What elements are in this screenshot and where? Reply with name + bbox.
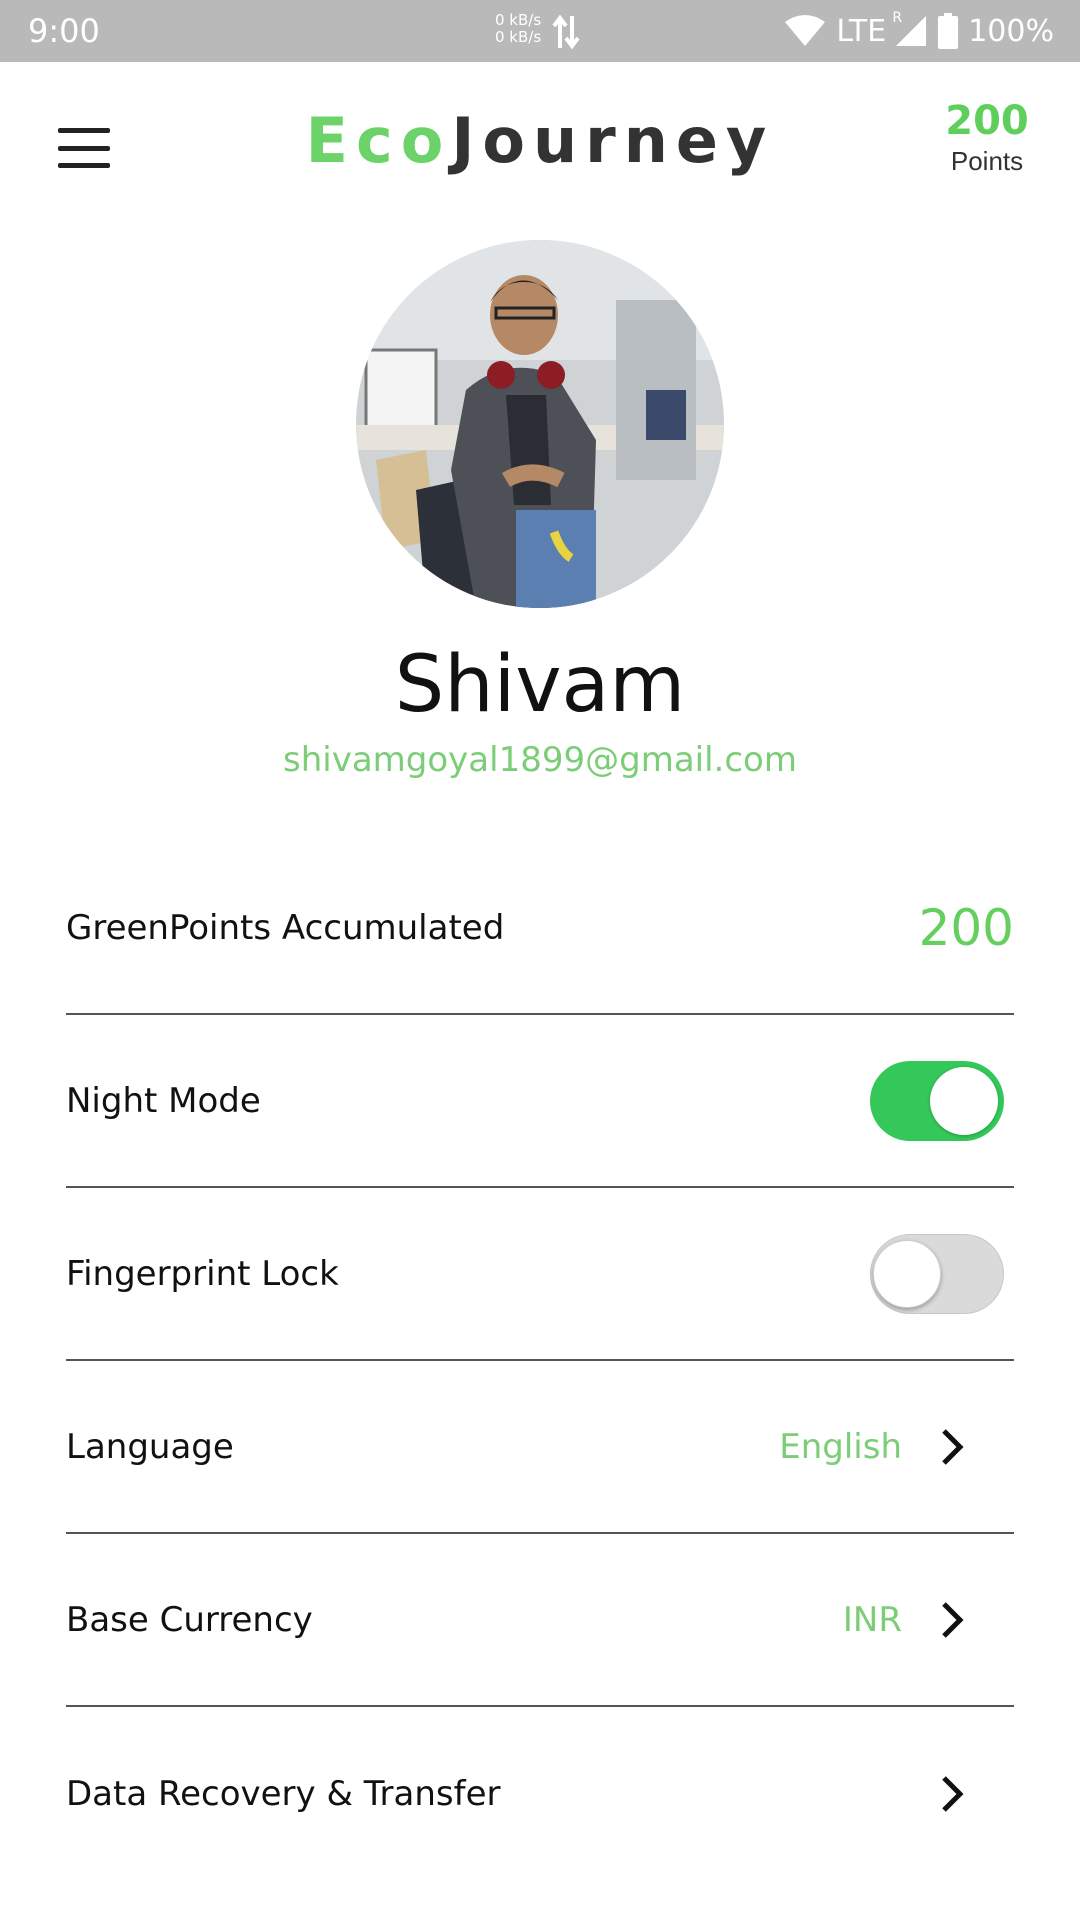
- lte-indicator: LTE R: [836, 10, 928, 49]
- toggle-knob: [930, 1066, 998, 1135]
- greenpoints-value: 200: [918, 898, 1014, 957]
- battery-level: 100%: [968, 13, 1054, 49]
- points-label: Points: [950, 146, 1024, 176]
- battery-icon: [938, 13, 959, 49]
- net-down-speed: 0 kB/s: [495, 28, 542, 46]
- night-mode-row: Night Mode: [66, 1015, 1014, 1188]
- status-time: 9:00: [28, 12, 100, 50]
- chevron-right-icon[interactable]: [940, 1774, 964, 1814]
- language-value: English: [779, 1426, 902, 1467]
- app-title-eco: Eco: [305, 104, 452, 177]
- base-currency-row[interactable]: Base Currency INR: [66, 1534, 1014, 1707]
- status-icons: LTE R 100%: [784, 10, 1054, 52]
- profile-name: Shivam: [394, 640, 686, 730]
- greenpoints-label: GreenPoints Accumulated: [66, 907, 505, 948]
- data-recovery-row[interactable]: Data Recovery & Transfer: [66, 1707, 1014, 1880]
- app-title: EcoJourney: [0, 104, 1080, 177]
- profile-photo: [356, 240, 724, 608]
- night-mode-toggle[interactable]: [870, 1060, 1004, 1141]
- fingerprint-lock-toggle[interactable]: [870, 1233, 1004, 1314]
- chevron-right-icon[interactable]: [940, 1427, 964, 1467]
- status-bar: 9:00 0 kB/s 0 kB/s LTE R 100%: [0, 0, 1080, 62]
- language-label: Language: [66, 1426, 234, 1467]
- points-badge[interactable]: 200 Points: [932, 98, 1042, 177]
- app-title-journey: Journey: [451, 104, 775, 177]
- network-speed: 0 kB/s 0 kB/s: [495, 12, 541, 46]
- chevron-right-icon[interactable]: [940, 1600, 964, 1640]
- avatar[interactable]: [356, 240, 724, 608]
- profile-email: shivamgoyal1899@gmail.com: [283, 740, 797, 780]
- night-mode-label: Night Mode: [66, 1080, 261, 1121]
- language-row[interactable]: Language English: [66, 1361, 1014, 1534]
- fingerprint-lock-row: Fingerprint Lock: [66, 1188, 1014, 1361]
- network-type: LTE: [836, 13, 887, 49]
- data-recovery-label: Data Recovery & Transfer: [66, 1773, 501, 1814]
- toggle-knob: [873, 1239, 941, 1308]
- base-currency-value: INR: [842, 1599, 902, 1640]
- net-up-speed: 0 kB/s: [495, 11, 542, 29]
- roaming-indicator: R: [892, 9, 903, 26]
- fingerprint-lock-label: Fingerprint Lock: [66, 1253, 339, 1294]
- base-currency-label: Base Currency: [66, 1599, 313, 1640]
- wifi-icon: [785, 15, 826, 46]
- points-value: 200: [945, 98, 1029, 144]
- greenpoints-row: GreenPoints Accumulated 200: [66, 842, 1014, 1015]
- settings-list: GreenPoints Accumulated 200 Night Mode F…: [66, 842, 1014, 1880]
- data-transfer-icon: [552, 14, 580, 50]
